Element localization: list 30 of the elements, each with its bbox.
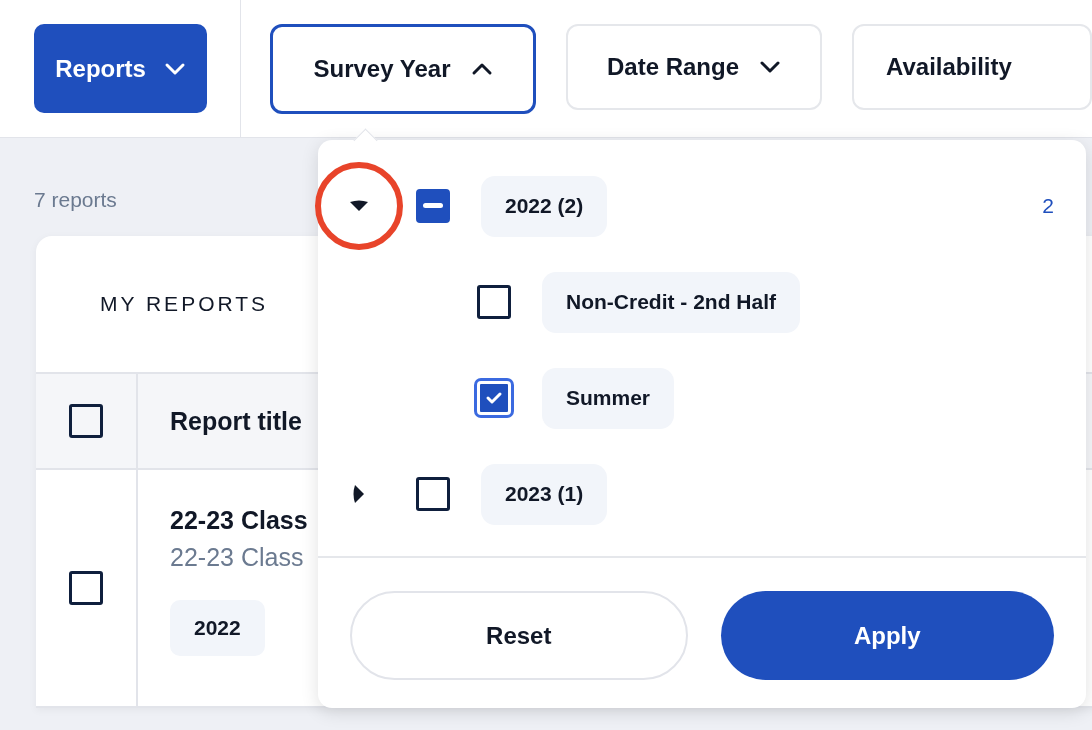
checkbox[interactable] bbox=[69, 404, 103, 438]
report-subtitle: 22-23 Class bbox=[170, 543, 304, 572]
year-option[interactable]: 2023 (1) bbox=[481, 463, 608, 525]
apply-button[interactable]: Apply bbox=[720, 591, 1054, 680]
checkbox[interactable] bbox=[416, 477, 450, 511]
selected-count: 2 bbox=[1042, 194, 1054, 218]
filter-button[interactable]: Survey Year bbox=[270, 23, 536, 114]
reset-button[interactable]: Reset bbox=[350, 591, 688, 680]
year-option[interactable]: 2022 (2) bbox=[481, 175, 608, 237]
chevron-down-icon bbox=[759, 59, 781, 74]
filter-button[interactable]: Availability bbox=[852, 23, 1092, 110]
year-tag: 2022 bbox=[170, 600, 265, 656]
report-title: 22-23 Class bbox=[170, 506, 308, 535]
filter-button[interactable]: Date Range bbox=[566, 23, 822, 110]
minus-icon bbox=[423, 203, 443, 209]
chevron-up-icon bbox=[470, 61, 493, 76]
partial-checkbox[interactable] bbox=[416, 189, 450, 223]
checkbox[interactable] bbox=[477, 285, 511, 319]
caret-right-icon[interactable] bbox=[353, 484, 365, 504]
checkmark-icon bbox=[485, 391, 503, 405]
report-count: 7 reports bbox=[34, 188, 117, 213]
caret-down-icon[interactable] bbox=[349, 200, 369, 212]
card-title: MY REPORTS bbox=[99, 291, 270, 317]
checked-checkbox[interactable] bbox=[477, 381, 511, 415]
term-option[interactable]: Summer bbox=[542, 367, 675, 429]
checkbox[interactable] bbox=[69, 571, 103, 605]
term-option[interactable]: Non-Credit - 2nd Half bbox=[542, 271, 800, 333]
column-header: Report title bbox=[170, 406, 302, 436]
chevron-down-icon bbox=[163, 61, 186, 76]
reports-button[interactable]: Reports bbox=[34, 24, 208, 113]
